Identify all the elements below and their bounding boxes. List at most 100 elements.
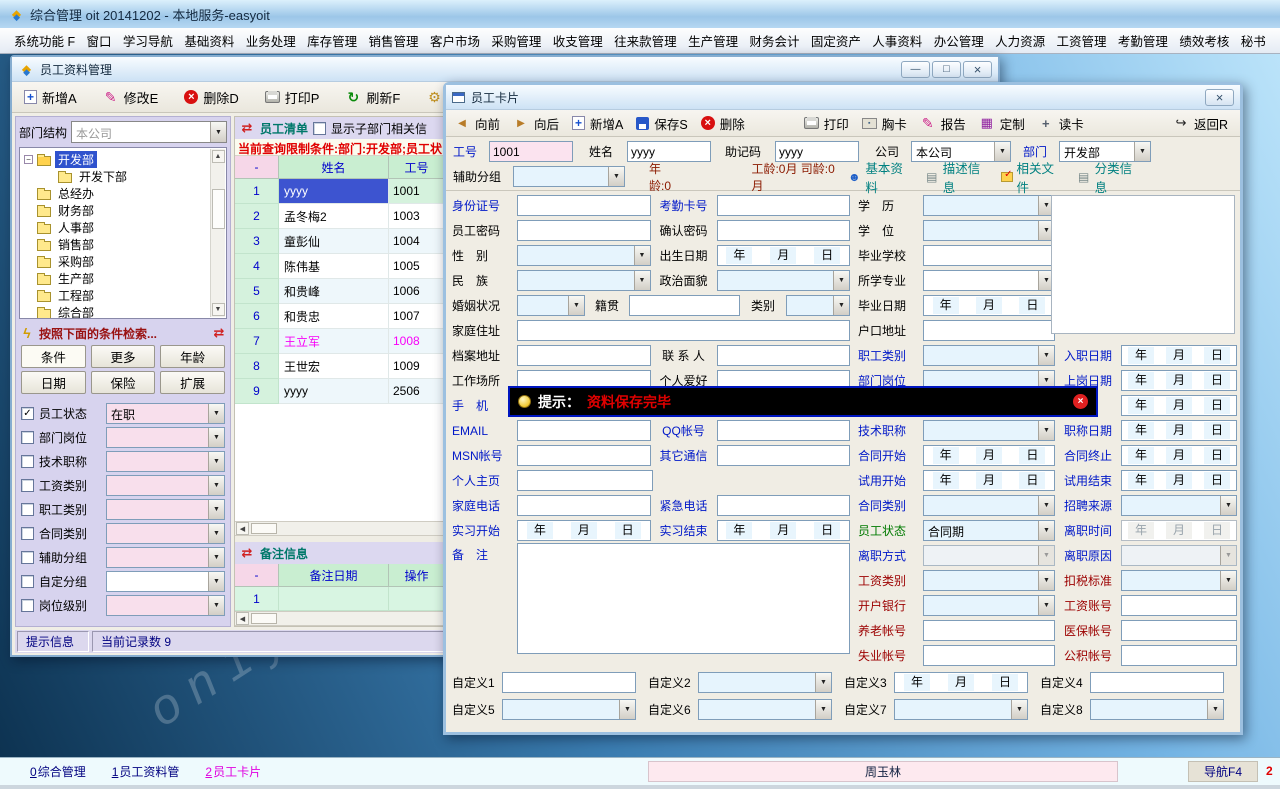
- tree-item[interactable]: 财务部: [24, 202, 208, 219]
- recruit-source-select[interactable]: [1121, 495, 1237, 516]
- tab-classification[interactable]: 分类信息: [1076, 158, 1141, 196]
- chevron-down-icon[interactable]: [815, 673, 831, 692]
- menu-item-assets[interactable]: 固定资产: [807, 28, 865, 53]
- gender-select[interactable]: [517, 245, 651, 266]
- return-button[interactable]: 返回R: [1173, 114, 1228, 133]
- table-row[interactable]: 2孟冬梅21003: [235, 204, 445, 229]
- other-contact-input[interactable]: [717, 445, 851, 466]
- badge-button[interactable]: 胸卡: [862, 114, 907, 133]
- chevron-down-icon[interactable]: [208, 404, 224, 423]
- marital-status-select[interactable]: [517, 295, 585, 316]
- chevron-down-icon[interactable]: [208, 428, 224, 447]
- chevron-down-icon[interactable]: [619, 700, 635, 719]
- app-titlebar[interactable]: 综合管理 oit 20141202 - 本地服务-easyoit: [0, 0, 1280, 28]
- hire-date-field[interactable]: 年月日: [1121, 345, 1237, 366]
- id-card-input[interactable]: [517, 195, 651, 216]
- intern-start-field[interactable]: 年月日: [517, 520, 651, 541]
- tech-title-select[interactable]: [106, 451, 225, 472]
- chevron-down-icon[interactable]: [208, 524, 224, 543]
- chevron-down-icon[interactable]: [208, 548, 224, 567]
- contract-start-field[interactable]: 年月日: [923, 445, 1055, 466]
- expand-button[interactable]: 扩展: [160, 371, 225, 394]
- contract-type-select[interactable]: [106, 523, 225, 544]
- native-place-input[interactable]: [629, 295, 740, 316]
- card-titlebar[interactable]: 员工卡片: [446, 85, 1240, 110]
- medical-account-input[interactable]: [1121, 620, 1237, 641]
- minimize-button[interactable]: [901, 61, 930, 78]
- tree-item[interactable]: 采购部: [24, 253, 208, 270]
- chevron-down-icon[interactable]: [1038, 421, 1054, 440]
- chevron-down-icon[interactable]: [210, 122, 226, 142]
- chevron-down-icon[interactable]: [1011, 700, 1027, 719]
- table-row[interactable]: 9yyyy2506: [235, 379, 445, 404]
- menu-item-window[interactable]: 窗口: [83, 28, 116, 53]
- chevron-down-icon[interactable]: [815, 700, 831, 719]
- edit-button[interactable]: 修改E: [103, 88, 159, 107]
- home-phone-input[interactable]: [517, 495, 651, 516]
- post-level-select[interactable]: [106, 595, 225, 616]
- horizontal-scrollbar[interactable]: [235, 521, 445, 536]
- menu-item-salary[interactable]: 工资管理: [1053, 28, 1111, 53]
- qq-input[interactable]: [717, 420, 851, 441]
- menu-item-payment[interactable]: 收支管理: [549, 28, 607, 53]
- checkbox[interactable]: [21, 551, 34, 564]
- table-row[interactable]: 8王世宏1009: [235, 354, 445, 379]
- table-row[interactable]: 1yyyy1001: [235, 179, 445, 204]
- salary-type-select[interactable]: [106, 475, 225, 496]
- chevron-down-icon[interactable]: [1038, 346, 1054, 365]
- fund-account-input[interactable]: [1121, 645, 1237, 666]
- major-select[interactable]: [923, 270, 1055, 291]
- menu-item-attendance[interactable]: 考勤管理: [1114, 28, 1172, 53]
- scroll-thumb[interactable]: [251, 523, 277, 534]
- checkbox[interactable]: [21, 431, 34, 444]
- menu-item-performance[interactable]: 绩效考核: [1175, 28, 1233, 53]
- checkbox[interactable]: [21, 407, 34, 420]
- checkbox[interactable]: [21, 503, 34, 516]
- swap-icon[interactable]: [211, 325, 227, 341]
- tree-item[interactable]: 销售部: [24, 236, 208, 253]
- statusbar-tab-main[interactable]: 0综合管理: [30, 763, 86, 780]
- notes-row[interactable]: 1: [235, 587, 445, 611]
- school-input[interactable]: [923, 245, 1055, 266]
- tab-files[interactable]: 相关文件: [1001, 158, 1064, 196]
- menu-item-hr[interactable]: 人力资源: [991, 28, 1049, 53]
- title-date-field[interactable]: 年月日: [1121, 420, 1237, 441]
- employee-status-select[interactable]: 在职: [106, 403, 225, 424]
- emergency-phone-input[interactable]: [717, 495, 851, 516]
- close-button[interactable]: [963, 61, 992, 78]
- chevron-down-icon[interactable]: [1038, 521, 1054, 540]
- custom7-select[interactable]: [894, 699, 1028, 720]
- checkbox[interactable]: [21, 527, 34, 540]
- scroll-left-icon[interactable]: [236, 522, 249, 535]
- menu-item-finance[interactable]: 财务会计: [745, 28, 803, 53]
- chevron-down-icon[interactable]: [608, 167, 624, 186]
- password-input[interactable]: [517, 220, 651, 241]
- chevron-down-icon[interactable]: [208, 452, 224, 471]
- save-button[interactable]: 保存S: [636, 114, 687, 133]
- graduation-date-field[interactable]: 年月日: [923, 295, 1055, 316]
- salary-type-select[interactable]: [923, 570, 1055, 591]
- ethnicity-select[interactable]: [517, 270, 651, 291]
- next-button[interactable]: 向后: [513, 114, 559, 133]
- remarks-textarea[interactable]: [517, 543, 850, 654]
- chevron-down-icon[interactable]: [833, 296, 849, 315]
- custom5-select[interactable]: [502, 699, 636, 720]
- nav-f4-button[interactable]: 导航F4: [1188, 761, 1258, 782]
- table-row[interactable]: 3童彭仙1004: [235, 229, 445, 254]
- maximize-button[interactable]: [932, 61, 961, 78]
- statusbar-tab-card[interactable]: 2员工卡片: [205, 763, 261, 780]
- date-button[interactable]: 日期: [21, 371, 86, 394]
- checkbox[interactable]: [21, 479, 34, 492]
- table-row[interactable]: 4陈伟基1005: [235, 254, 445, 279]
- chevron-down-icon[interactable]: [634, 246, 650, 265]
- chevron-down-icon[interactable]: [1038, 571, 1054, 590]
- menu-item-secretary[interactable]: 秘书: [1237, 28, 1270, 53]
- tab-description[interactable]: 描述信息: [924, 158, 989, 196]
- swap-icon[interactable]: [239, 545, 255, 561]
- checkbox[interactable]: [21, 455, 34, 468]
- print-button[interactable]: 打印: [804, 114, 849, 133]
- scroll-up-icon[interactable]: [212, 150, 225, 163]
- delete-button[interactable]: 删除: [701, 114, 745, 133]
- menu-item-accounts[interactable]: 往来款管理: [610, 28, 681, 53]
- custom6-select[interactable]: [698, 699, 832, 720]
